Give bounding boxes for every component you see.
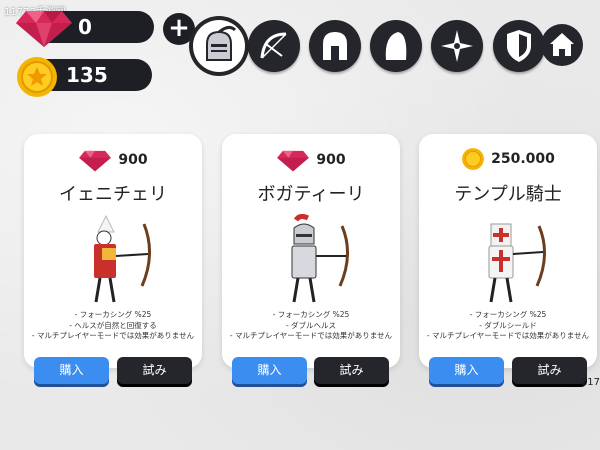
try-button-bogatyr[interactable]: 試み	[314, 357, 389, 384]
tab-spartan[interactable]	[309, 20, 361, 72]
templar-character-image	[488, 223, 546, 303]
gem-icon	[16, 11, 72, 47]
card-price: 900	[24, 147, 202, 173]
buy-button-bogatyr[interactable]: 購入	[232, 357, 307, 384]
feature-item: - マルチプレイヤーモードでは効果がありません	[229, 331, 393, 340]
card-price: 250.000	[419, 147, 597, 171]
tab-knight[interactable]	[185, 20, 245, 72]
feature-item: - マルチプレイヤーモードでは効果がありません	[426, 331, 590, 340]
price-value: 250.000	[491, 151, 555, 167]
feature-item: - フォーカシング %25	[74, 310, 152, 319]
coin-icon	[462, 148, 485, 170]
try-button-janissary[interactable]: 試み	[117, 357, 192, 384]
home-icon	[550, 33, 574, 56]
coin-counter: 135	[44, 59, 152, 91]
feature-item: - マルチプレイヤーモードでは効果がありません	[31, 331, 195, 340]
spartan-helmet-icon	[323, 32, 347, 60]
knight-helmet-icon	[206, 25, 237, 61]
tab-hood[interactable]	[370, 20, 422, 72]
character-name: テンプル騎士	[454, 184, 562, 205]
price-value: 900	[316, 152, 346, 168]
character-name: イェニチェリ	[59, 184, 167, 205]
watermark-right: 117	[580, 377, 600, 388]
feature-list: - フォーカシング %25 - ヘルスが自然と回復する - マルチプレイヤーモー…	[24, 310, 202, 342]
coin-icon	[17, 57, 57, 97]
coin-count: 135	[66, 63, 108, 87]
add-gems-button[interactable]: +	[163, 13, 195, 45]
hood-icon	[385, 32, 407, 60]
feature-item: - ダブルシールド	[479, 320, 537, 330]
home-button[interactable]	[541, 24, 583, 66]
tab-ninja[interactable]	[431, 20, 483, 72]
shuriken-icon	[441, 30, 473, 62]
card-price: 900	[222, 147, 400, 173]
bow-icon	[260, 32, 287, 59]
bogatyr-character-image	[291, 214, 349, 303]
tab-shield[interactable]	[493, 20, 545, 72]
feature-item: - ダブルヘルス	[285, 320, 337, 330]
buy-button-templar[interactable]: 購入	[429, 357, 504, 384]
gem-icon	[79, 150, 112, 172]
feature-list: - フォーカシング %25 - ダブルシールド - マルチプレイヤーモードでは効…	[419, 310, 597, 342]
feature-list: - フォーカシング %25 - ダブルヘルス - マルチプレイヤーモードでは効果…	[222, 310, 400, 342]
price-value: 900	[118, 152, 148, 168]
character-card-templar: 250.000 テンプル騎士 - フォーカシング %25 - ダブルシールド -…	[419, 134, 597, 368]
character-card-janissary: 900 イェニチェリ - フォーカシング %25 - ヘルスが自然と回復する -…	[24, 134, 202, 368]
gem-count: 0	[78, 15, 92, 39]
tab-bow[interactable]	[248, 20, 300, 72]
gem-icon	[277, 150, 310, 172]
buy-button-janissary[interactable]: 購入	[34, 357, 109, 384]
try-button-templar[interactable]: 試み	[512, 357, 587, 384]
character-name: ボガティーリ	[257, 184, 365, 205]
character-card-bogatyr: 900 ボガティーリ - フォーカシング %25 - ダブルヘルス - マルチプ…	[222, 134, 400, 368]
feature-item: - フォーカシング %25	[272, 310, 350, 319]
feature-item: - ヘルスが自然と回復する	[69, 320, 157, 330]
janissary-character-image	[94, 214, 152, 303]
shield-icon	[507, 30, 531, 62]
feature-item: - フォーカシング %25	[469, 310, 547, 319]
